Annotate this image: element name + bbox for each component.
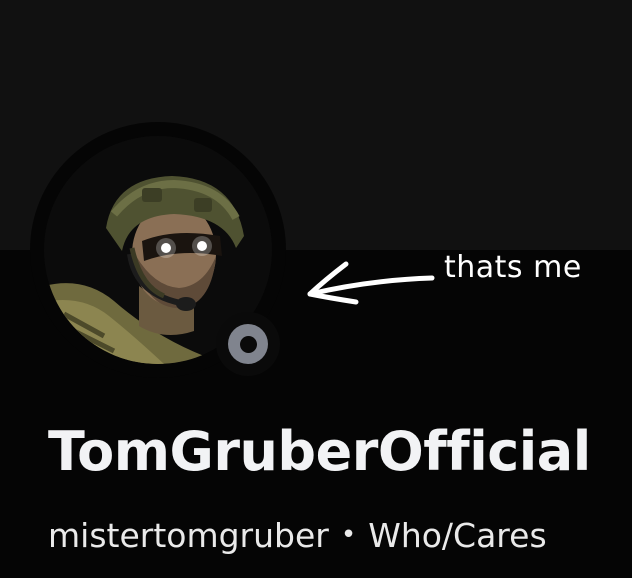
profile-subline: mistertomgruber • Who/Cares — [48, 516, 547, 555]
status-indicator — [216, 312, 280, 376]
avatar-container[interactable] — [30, 122, 286, 378]
username[interactable]: mistertomgruber — [48, 516, 329, 555]
display-name: TomGruberOfficial — [48, 420, 591, 483]
annotation-text: thats me — [444, 250, 582, 285]
pronouns: Who/Cares — [368, 516, 547, 555]
status-offline-icon — [228, 324, 268, 364]
arrow-left-icon — [307, 261, 435, 305]
separator-dot: • — [340, 520, 357, 550]
